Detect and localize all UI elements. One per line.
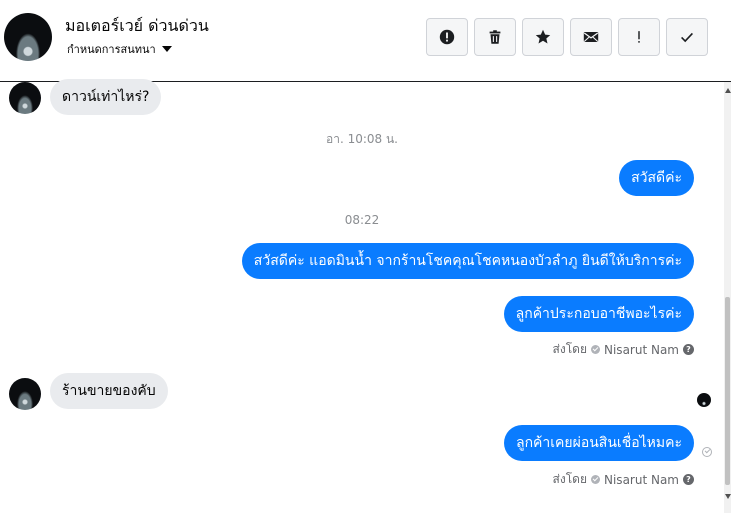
scroll-down-arrow-icon[interactable] xyxy=(725,494,731,499)
sender-name[interactable]: Nisarut Nam xyxy=(604,343,679,357)
scroll-up-arrow-icon[interactable] xyxy=(725,88,731,93)
message-bubble-incoming[interactable]: ร้านขายของคับ xyxy=(50,373,168,409)
caret-down-icon xyxy=(161,46,172,52)
flag-button[interactable] xyxy=(618,18,660,56)
message-bubble-outgoing[interactable]: สวัสดีค่ะ แอดมินน้ำ จากร้านโชคคุณโชคหนอง… xyxy=(241,243,694,279)
help-icon[interactable]: ? xyxy=(683,474,694,485)
conversation-header: มอเตอร์เวย์ ด่วนด่วน กำหนดการสนทนา xyxy=(0,0,731,82)
contact-avatar-small[interactable] xyxy=(9,82,41,114)
message-timestamp: 08:22 xyxy=(344,213,380,227)
alert-circle-icon xyxy=(439,29,455,45)
message-bubble-outgoing[interactable]: ลูกค้าประกอบอาชีพอะไรค่ะ xyxy=(503,296,694,332)
verified-dot-icon xyxy=(591,475,600,484)
sent-by-prefix: ส่งโดย xyxy=(552,472,587,486)
mark-done-button[interactable] xyxy=(666,18,708,56)
contact-name[interactable]: มอเตอร์เวย์ ด่วนด่วน xyxy=(65,14,209,39)
mark-spam-button[interactable] xyxy=(426,18,468,56)
mark-unread-button[interactable] xyxy=(570,18,612,56)
sent-by-prefix: ส่งโดย xyxy=(552,342,587,356)
seen-avatar-indicator xyxy=(697,393,711,407)
star-button[interactable] xyxy=(522,18,564,56)
exclamation-icon xyxy=(638,31,640,43)
message-bubble-outgoing[interactable]: สวัสดีค่ะ xyxy=(619,160,694,196)
thread-scrollbar[interactable] xyxy=(724,82,731,513)
message-bubble-incoming[interactable]: ดาวน์เท่าไหร่? xyxy=(50,79,162,115)
delivered-check-icon xyxy=(702,447,712,457)
sender-name[interactable]: Nisarut Nam xyxy=(604,473,679,487)
star-icon xyxy=(535,29,551,44)
message-bubble-outgoing[interactable]: ลูกค้าเคยผ่อนสินเชื่อไหมคะ xyxy=(503,425,694,461)
help-icon[interactable]: ? xyxy=(683,344,694,355)
contact-avatar-small[interactable] xyxy=(9,378,41,410)
sent-by-label: ส่งโดย Nisarut Nam ? xyxy=(553,340,694,359)
checkmark-icon xyxy=(681,32,693,43)
sent-by-label: ส่งโดย Nisarut Nam ? xyxy=(553,470,694,489)
envelope-icon xyxy=(583,32,599,42)
verified-dot-icon xyxy=(591,345,600,354)
scrollbar-thumb[interactable] xyxy=(725,297,730,485)
conversation-schedule-label: กำหนดการสนทนา xyxy=(67,43,156,56)
message-timestamp: อา. 10:08 น. xyxy=(326,132,398,146)
message-thread: ดาวน์เท่าไหร่? อา. 10:08 น. สวัสดีค่ะ 08… xyxy=(0,79,724,513)
contact-avatar[interactable] xyxy=(4,13,52,61)
trash-icon xyxy=(489,30,501,44)
delete-button[interactable] xyxy=(474,18,516,56)
action-toolbar xyxy=(426,18,708,56)
conversation-schedule-dropdown[interactable]: กำหนดการสนทนา xyxy=(67,40,172,58)
